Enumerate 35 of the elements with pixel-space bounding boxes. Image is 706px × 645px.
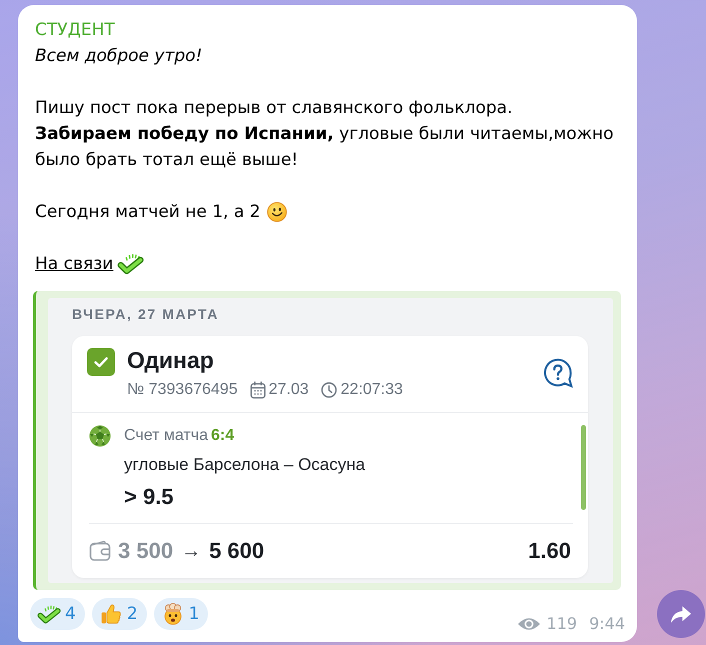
message-link[interactable]: На связи bbox=[35, 251, 114, 277]
view-count: 119 bbox=[546, 615, 578, 633]
share-button[interactable] bbox=[657, 590, 705, 638]
eye-icon bbox=[516, 616, 541, 632]
smiling-face-icon bbox=[266, 202, 286, 222]
share-arrow-icon bbox=[670, 604, 692, 624]
arrow-sign: → bbox=[181, 540, 202, 562]
sender-name: СТУДЕНТ bbox=[34, 19, 115, 42]
reaction-button[interactable]: 4 bbox=[30, 598, 85, 630]
date-header: ВЧЕРА, 27 МАРТА bbox=[72, 306, 219, 322]
bet-market: угловые Барселона – Осасуна bbox=[124, 454, 366, 476]
odds-value: 1.60 bbox=[528, 538, 571, 564]
stake-amount: 3 500 bbox=[118, 538, 174, 564]
message-time: 9:44 bbox=[589, 615, 625, 633]
score-label: Счет матча bbox=[124, 426, 208, 446]
thumbs-up-icon bbox=[98, 603, 123, 625]
soccer-ball-icon bbox=[89, 425, 111, 447]
bet-outcome: > 9.5 bbox=[124, 484, 174, 510]
wallet-icon bbox=[89, 540, 111, 562]
bet-number: № 7393676495 bbox=[127, 380, 238, 400]
message-text: Сегодня матчей не 1, а 2 bbox=[35, 201, 260, 224]
match-score: 6:4 bbox=[210, 426, 234, 446]
clock-icon bbox=[320, 382, 337, 398]
reaction-button[interactable]: 2 bbox=[92, 598, 147, 630]
message-text: Пишу пост пока перерыв от славянского фольклора. Забираем победу по Испании, угловые были читаемы,можно было брать тотал ещё выше! bbox=[35, 97, 615, 172]
help-icon bbox=[543, 358, 573, 388]
reaction-button[interactable]: 1 bbox=[154, 598, 208, 630]
check-mark-icon bbox=[37, 603, 61, 625]
calendar-icon bbox=[250, 381, 266, 399]
payout-amount: 5 600 bbox=[209, 538, 264, 564]
check-mark-icon bbox=[117, 252, 144, 275]
bet-type: Одинар bbox=[127, 348, 214, 372]
bet-time: 22:07:33 bbox=[340, 380, 403, 400]
message-text: Всем доброе утро! bbox=[35, 45, 202, 68]
bet-date: 27.03 bbox=[268, 380, 309, 400]
